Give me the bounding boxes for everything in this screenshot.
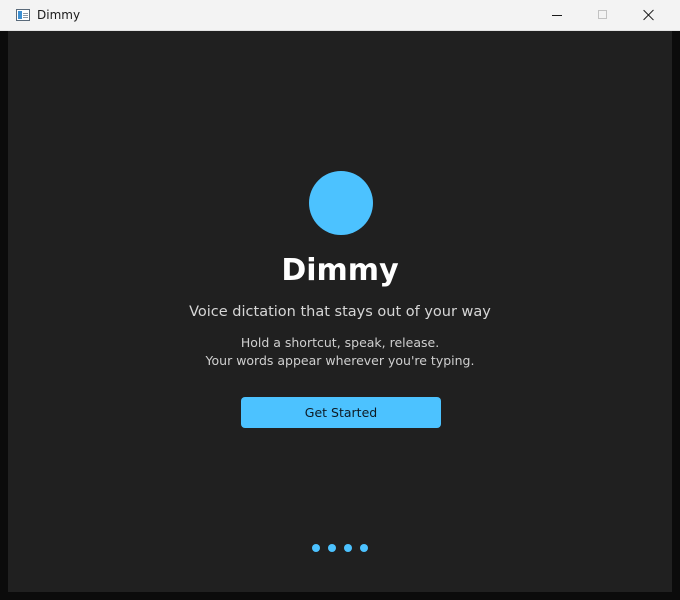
minimize-button[interactable]	[534, 0, 580, 30]
page-dot-4[interactable]	[360, 544, 368, 552]
page-dot-3[interactable]	[344, 544, 352, 552]
window-title: Dimmy	[37, 8, 81, 22]
welcome-screen: Dimmy Voice dictation that stays out of …	[8, 31, 672, 592]
get-started-button[interactable]: Get Started	[241, 397, 441, 428]
description-line-2: Your words appear wherever you're typing…	[205, 353, 475, 368]
app-name-heading: Dimmy	[281, 253, 399, 288]
title-bar[interactable]: Dimmy	[0, 0, 680, 31]
page-dot-2[interactable]	[328, 544, 336, 552]
page-indicator	[312, 544, 372, 552]
app-window-icon	[16, 9, 30, 21]
maximize-icon	[598, 10, 607, 19]
minimize-icon	[552, 15, 562, 16]
close-icon	[643, 9, 655, 21]
logo-circle	[309, 171, 373, 235]
tagline: Voice dictation that stays out of your w…	[189, 304, 491, 320]
description-line-1: Hold a shortcut, speak, release.	[240, 335, 440, 350]
page-dot-1[interactable]	[312, 544, 320, 552]
app-window: Dimmy Dimmy Voice dictation that stays o…	[0, 0, 680, 600]
maximize-button[interactable]	[580, 0, 626, 30]
close-button[interactable]	[626, 0, 672, 30]
